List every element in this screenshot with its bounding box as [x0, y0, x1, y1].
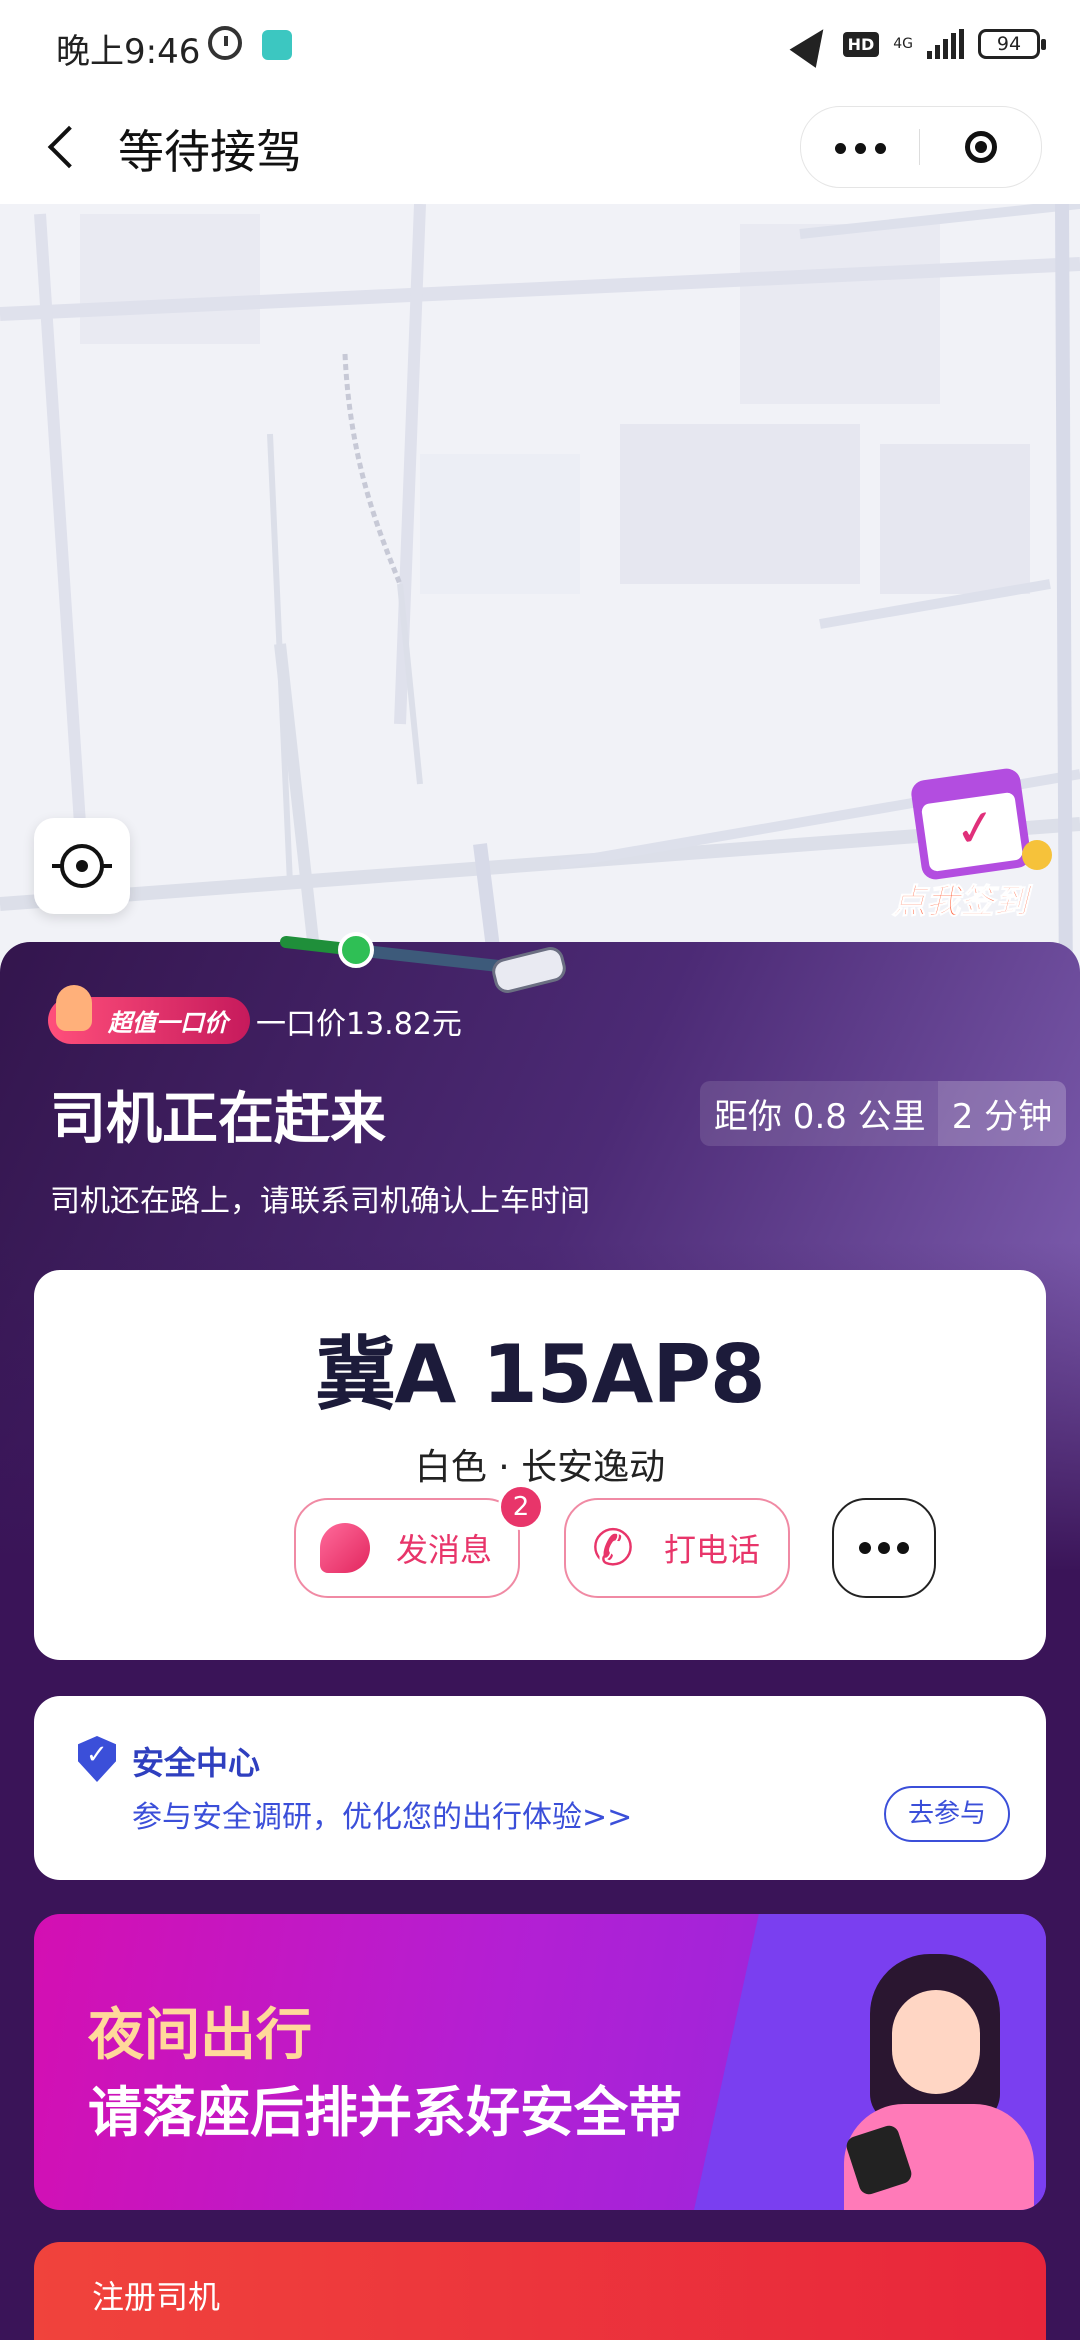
status-indicators: HD 4G 94	[789, 20, 1046, 68]
shield-icon	[78, 1736, 116, 1782]
back-arrow-icon[interactable]	[36, 118, 96, 178]
map[interactable]: 点我签到	[0, 204, 1080, 1004]
hd-badge: HD	[842, 31, 880, 57]
close-circle-icon[interactable]	[921, 107, 1041, 187]
car-route-marker	[280, 932, 566, 993]
battery-icon: 94	[978, 29, 1046, 59]
message-button[interactable]: 发消息	[294, 1498, 520, 1598]
price-text: 一口价13.82元	[256, 1006, 462, 1042]
eta-box: 距你 0.8 公里 2 分钟	[700, 1080, 1067, 1146]
checkin-label: 点我签到	[892, 882, 1029, 923]
price-row: 超值一口价 一口价13.82元	[48, 985, 462, 1044]
app-notification-icon	[262, 30, 292, 60]
eta-time: 2 分钟	[937, 1080, 1067, 1146]
driver-signup-card[interactable]: 注册司机	[34, 2242, 1046, 2340]
license-plate: 冀A 15AP8	[315, 1328, 765, 1421]
banner-title: 夜间出行	[88, 2003, 312, 2068]
trip-subline: 司机还在路上，请联系司机确认上车时间	[50, 1184, 590, 1219]
call-button[interactable]: ✆ 打电话	[564, 1498, 790, 1598]
safety-title: 安全中心	[132, 1744, 261, 1782]
mini-program-capsule	[800, 106, 1042, 188]
car-card: 冀A 15AP8 白色 · 长安逸动 发消息 2 ✆ 打电话	[34, 1270, 1046, 1660]
message-label: 发消息	[396, 1531, 493, 1569]
car-description: 白色 · 长安逸动	[414, 1447, 666, 1488]
night-travel-banner[interactable]: 夜间出行 请落座后排并系好安全带	[34, 1914, 1046, 2210]
checkin-widget[interactable]: 点我签到	[888, 764, 1058, 924]
coin-icon	[1022, 840, 1052, 870]
crosshair-icon	[52, 844, 112, 888]
passenger-illustration	[834, 1954, 1034, 2210]
calendar-icon	[909, 766, 1033, 882]
safety-description[interactable]: 参与安全调研，优化您的出行体验>>	[132, 1792, 632, 1836]
status-time: 晚上9:46	[56, 32, 201, 72]
locate-button[interactable]	[34, 818, 130, 914]
hand-icon	[56, 985, 92, 1031]
capsule-divider	[919, 129, 920, 165]
phone-icon: ✆	[592, 1519, 634, 1577]
network-label: 4G	[893, 36, 913, 52]
price-badge-label: 超值一口价	[108, 1009, 228, 1037]
trip-sheet: 超值一口价 一口价13.82元 司机正在赶来 距你 0.8 公里 2 分钟 司机…	[0, 942, 1080, 2340]
call-label: 打电话	[664, 1531, 761, 1569]
safety-card[interactable]: 安全中心 参与安全调研，优化您的出行体验>> 去参与	[34, 1696, 1046, 1880]
more-dots-icon[interactable]	[801, 107, 919, 187]
signal-icon	[927, 29, 964, 59]
page-title: 等待接驾	[118, 125, 302, 179]
chat-icon	[320, 1523, 370, 1573]
more-actions-button[interactable]	[832, 1498, 936, 1598]
eta-distance: 距你 0.8 公里	[700, 1080, 938, 1146]
location-arrow-icon	[789, 20, 836, 68]
status-bar: 晚上9:46 HD 4G 94	[0, 0, 1080, 96]
message-count-badge: 2	[498, 1484, 544, 1530]
banner-subtitle: 请落座后排并系好安全带	[88, 2081, 682, 2144]
join-survey-button[interactable]: 去参与	[884, 1786, 1010, 1842]
more-dot-icon	[859, 1542, 871, 1554]
driver-signup-label: 注册司机	[92, 2278, 221, 2316]
price-badge: 超值一口价	[48, 985, 250, 1044]
more-dot-icon	[897, 1542, 909, 1554]
trip-headline: 司机正在赶来	[50, 1087, 386, 1152]
alarm-icon	[208, 26, 242, 60]
title-bar: 等待接驾	[0, 96, 1080, 204]
more-dot-icon	[878, 1542, 890, 1554]
